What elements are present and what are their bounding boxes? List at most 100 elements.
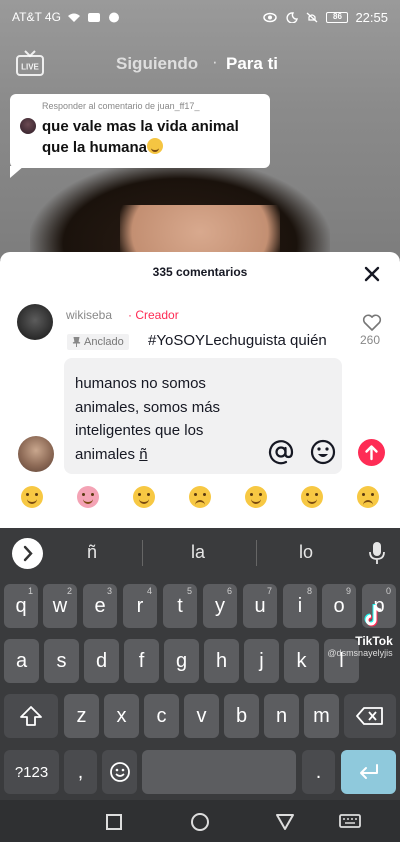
key-t[interactable]: t5 <box>163 584 197 628</box>
recents-icon[interactable] <box>105 813 123 831</box>
key-h[interactable]: h <box>204 639 239 683</box>
key-n[interactable]: n <box>264 694 299 738</box>
messenger-icon <box>108 12 119 22</box>
key-z[interactable]: z <box>64 694 99 738</box>
tears-of-joy-emoji-icon[interactable] <box>133 486 155 508</box>
key-label: i <box>297 594 303 617</box>
pin-icon <box>72 337 81 347</box>
like-count: 260 <box>360 333 381 347</box>
keyboard-hide-icon[interactable] <box>338 813 362 831</box>
emoji-key[interactable] <box>102 750 137 794</box>
key-hint: 5 <box>186 586 192 596</box>
space-key[interactable] <box>142 750 296 794</box>
key-hint: 7 <box>266 586 272 596</box>
reply-text: que vale mas la vida animal que la human… <box>42 116 260 158</box>
input-text-composing: ñ <box>139 445 148 463</box>
key-label: o <box>333 594 345 617</box>
comments-count: 335 comentarios <box>152 265 248 279</box>
key-i[interactable]: i8 <box>283 584 317 628</box>
divider <box>256 540 257 566</box>
key-s[interactable]: s <box>44 639 79 683</box>
smiley-icon <box>109 762 130 782</box>
arrow-up-icon <box>365 445 378 461</box>
key-f[interactable]: f <box>124 639 159 683</box>
close-icon[interactable] <box>362 264 382 284</box>
flushed-emoji-icon[interactable] <box>189 486 211 508</box>
live-label: LIVE <box>21 63 39 72</box>
key-q[interactable]: q1 <box>4 584 38 628</box>
key-hint: 0 <box>385 586 391 596</box>
comment-input-text[interactable]: humanos no somos animales, somos más int… <box>75 372 265 466</box>
key-b[interactable]: b <box>224 694 259 738</box>
enter-key[interactable] <box>341 750 396 794</box>
key-r[interactable]: r4 <box>123 584 157 628</box>
key-hint: 3 <box>106 586 112 596</box>
key-label: r <box>136 594 144 617</box>
key-j[interactable]: j <box>244 639 279 683</box>
eye-icon <box>263 12 278 22</box>
microphone-icon[interactable] <box>368 541 386 565</box>
carrier-label: AT&T 4G <box>12 10 61 24</box>
emoji-icon[interactable] <box>310 439 336 465</box>
pinned-label: Anclado <box>84 336 124 348</box>
suggestion-1[interactable]: ñ <box>62 542 122 563</box>
key-m[interactable]: m <box>304 694 339 738</box>
tab-for-you[interactable]: Para ti <box>226 54 278 74</box>
key-v[interactable]: v <box>184 694 219 738</box>
watermark-handle: @dsmsnayelyjis <box>327 648 393 658</box>
avatar <box>18 436 54 472</box>
avatar[interactable] <box>17 304 53 340</box>
home-icon[interactable] <box>190 813 210 833</box>
battery-icon: 86 <box>326 11 349 23</box>
suggestion-3[interactable]: lo <box>276 542 336 563</box>
key-w[interactable]: w2 <box>43 584 77 628</box>
expand-suggestions-button[interactable] <box>12 538 43 569</box>
clock: 22:55 <box>355 9 388 25</box>
key-d[interactable]: d <box>84 639 119 683</box>
back-icon[interactable] <box>275 813 295 831</box>
smiling-face-with-hearts-emoji-icon[interactable] <box>77 486 99 508</box>
send-button[interactable] <box>358 439 385 466</box>
suggestion-2[interactable]: la <box>168 542 228 563</box>
grin-emoji-icon[interactable] <box>21 486 43 508</box>
heart-icon[interactable] <box>362 314 382 332</box>
comment-input[interactable]: humanos no somos animales, somos más int… <box>64 358 342 474</box>
symbols-key[interactable]: ?123 <box>4 750 59 794</box>
pinned-badge: Anclado <box>67 334 129 350</box>
status-bar: AT&T 4G 86 22:55 <box>0 0 400 34</box>
key-g[interactable]: g <box>164 639 199 683</box>
key-label: y <box>215 594 225 617</box>
keyboard: ñ la lo q1 w2 e3 r4 t5 y6 u7 i8 o9 p0 a … <box>0 528 400 800</box>
key-hint: 8 <box>306 586 312 596</box>
comma-key[interactable]: , <box>64 750 97 794</box>
enter-icon <box>359 764 378 779</box>
key-hint: 4 <box>146 586 152 596</box>
shift-icon <box>20 706 42 726</box>
smirk-emoji-icon[interactable] <box>245 486 267 508</box>
key-hint: 1 <box>27 586 33 596</box>
pleading-emoji-icon[interactable] <box>357 486 379 508</box>
key-u[interactable]: u7 <box>243 584 277 628</box>
mention-icon[interactable] <box>268 439 294 465</box>
comments-sheet: 335 comentarios wikiseba · Creador Ancla… <box>0 252 400 350</box>
mute-bell-icon <box>307 12 318 22</box>
grimace-emoji-icon <box>147 138 164 154</box>
key-hint: 2 <box>66 586 72 596</box>
sunglasses-emoji-icon[interactable] <box>301 486 323 508</box>
key-label: e <box>94 594 106 617</box>
period-key[interactable]: . <box>302 750 335 794</box>
key-k[interactable]: k <box>284 639 319 683</box>
key-e[interactable]: e3 <box>83 584 117 628</box>
key-label: u <box>254 594 266 617</box>
key-a[interactable]: a <box>4 639 39 683</box>
key-y[interactable]: y6 <box>203 584 237 628</box>
backspace-key[interactable] <box>344 694 396 738</box>
moon-icon <box>286 11 299 23</box>
tab-following[interactable]: Siguiendo <box>116 54 198 74</box>
comment-username[interactable]: wikiseba <box>66 308 112 322</box>
shift-key[interactable] <box>4 694 58 738</box>
key-x[interactable]: x <box>104 694 139 738</box>
avatar <box>20 118 36 134</box>
live-icon[interactable]: LIVE <box>16 50 44 76</box>
key-c[interactable]: c <box>144 694 179 738</box>
